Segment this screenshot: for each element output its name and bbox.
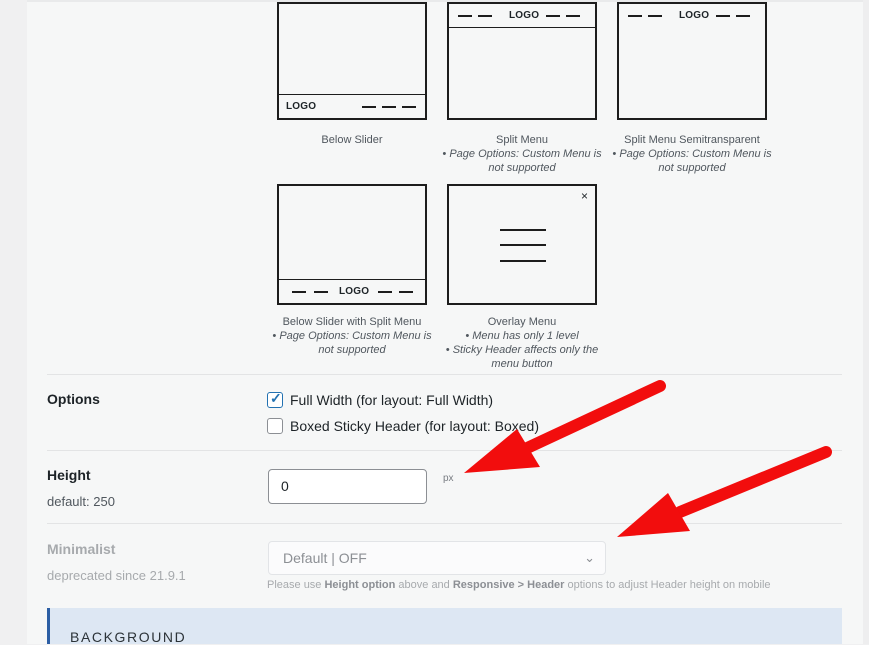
arrow-head bbox=[617, 493, 690, 537]
arrow-shaft bbox=[519, 380, 666, 455]
arrow-head bbox=[464, 429, 540, 473]
annotation-arrows bbox=[464, 380, 832, 537]
arrow-shaft bbox=[674, 446, 832, 518]
